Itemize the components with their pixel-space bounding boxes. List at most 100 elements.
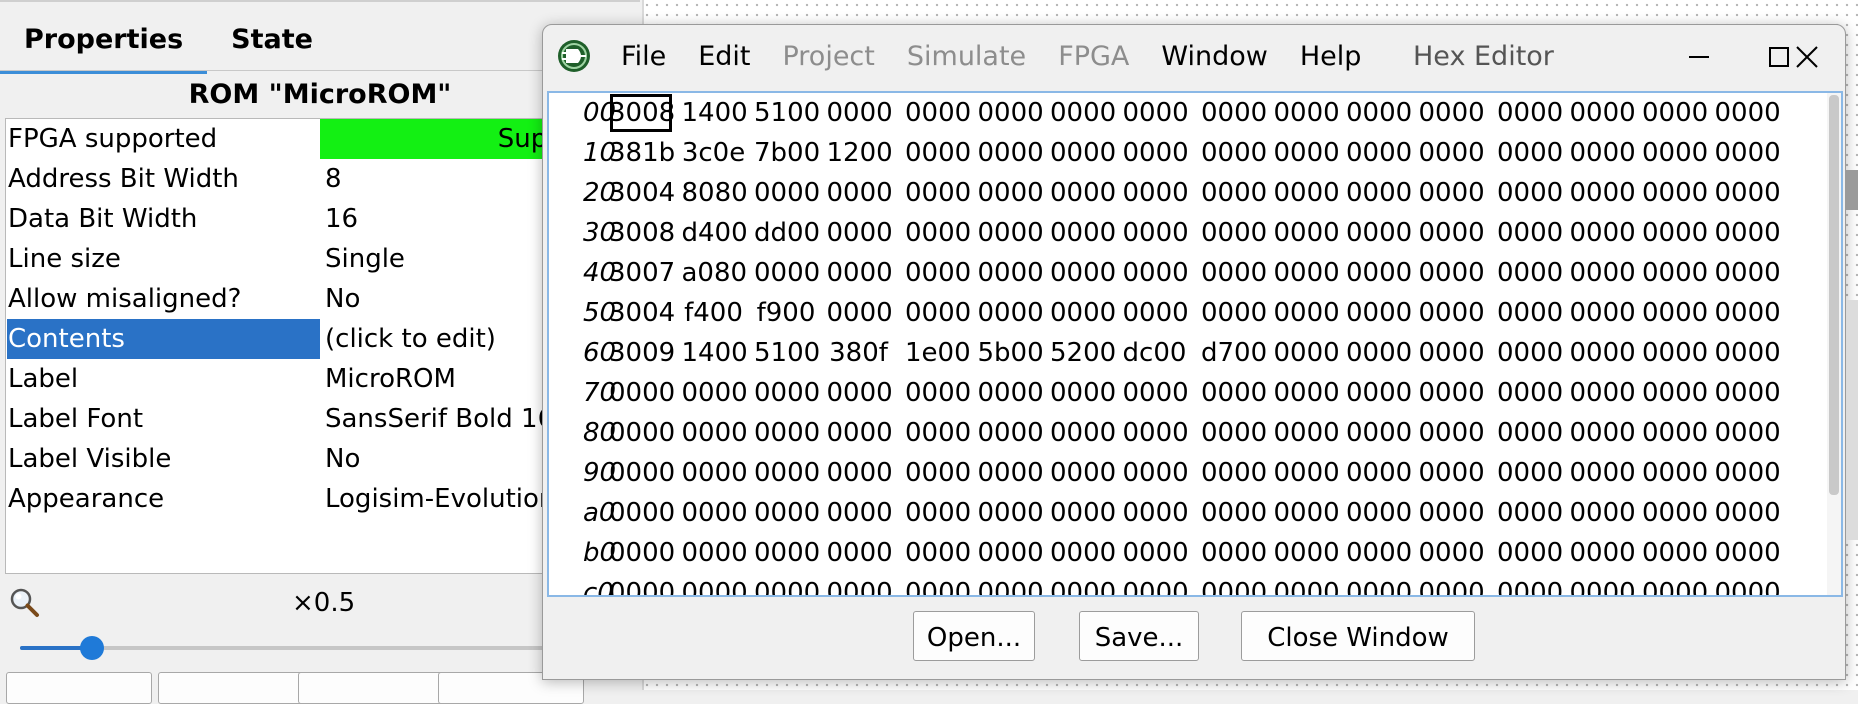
- hex-cell[interactable]: 0000: [1274, 173, 1340, 213]
- hex-cell[interactable]: 0000: [1201, 373, 1267, 413]
- hex-cell[interactable]: 0000: [1419, 93, 1485, 133]
- hex-cell[interactable]: 0000: [1274, 253, 1340, 293]
- hex-cell[interactable]: 0000: [1419, 573, 1485, 595]
- hex-cell[interactable]: 7b00: [754, 133, 820, 173]
- hex-cell[interactable]: 0000: [1346, 173, 1412, 213]
- hex-cell[interactable]: 0000: [1497, 253, 1563, 293]
- hex-editor-titlebar[interactable]: File Edit Project Simulate FPGA Window Help He…: [543, 25, 1845, 89]
- hex-cell[interactable]: 0000: [682, 453, 748, 493]
- hex-cell[interactable]: 0000: [1123, 533, 1189, 573]
- hex-cell[interactable]: 0000: [754, 373, 820, 413]
- hex-cell[interactable]: 0000: [1715, 453, 1781, 493]
- hex-cell[interactable]: 0000: [754, 453, 820, 493]
- hex-cell[interactable]: 0000: [978, 493, 1044, 533]
- hex-cell[interactable]: 0000: [1642, 133, 1708, 173]
- hex-cell[interactable]: 0000: [1715, 333, 1781, 373]
- hex-cell[interactable]: 0000: [1346, 453, 1412, 493]
- hex-cell[interactable]: 0000: [905, 93, 971, 133]
- hex-cell[interactable]: 0000: [1497, 573, 1563, 595]
- hex-cell[interactable]: 0000: [1642, 93, 1708, 133]
- hex-cell[interactable]: 0000: [754, 253, 820, 293]
- hex-cell[interactable]: 0000: [978, 573, 1044, 595]
- hex-cell[interactable]: 0000: [1123, 493, 1189, 533]
- hex-cell[interactable]: 0000: [1274, 133, 1340, 173]
- hex-cell[interactable]: 0000: [1642, 453, 1708, 493]
- hex-cell[interactable]: 0000: [1201, 293, 1267, 333]
- hex-cell[interactable]: 0000: [1570, 453, 1636, 493]
- hex-grid[interactable]: c0 0000 0000 0000 0000 0000 0000 0000 0000 0000 00…: [547, 91, 1843, 597]
- hex-cell[interactable]: 0000: [609, 413, 675, 453]
- hex-cell[interactable]: 0000: [1715, 93, 1781, 133]
- hex-cell[interactable]: 0000: [1715, 373, 1781, 413]
- hex-cell[interactable]: 0000: [682, 573, 748, 595]
- hex-cell[interactable]: f900: [754, 293, 818, 333]
- hex-cell[interactable]: 381b: [609, 133, 675, 173]
- hex-cell[interactable]: 0000: [1497, 493, 1563, 533]
- hex-cell[interactable]: 0000: [1050, 293, 1116, 333]
- hex-cell[interactable]: 8080: [682, 173, 748, 213]
- hex-cell[interactable]: 0000: [1715, 133, 1781, 173]
- hex-cell[interactable]: 0000: [1346, 413, 1412, 453]
- menu-help[interactable]: Help: [1300, 25, 1362, 89]
- hex-cell[interactable]: 0000: [827, 173, 893, 213]
- hex-cell[interactable]: 0000: [1497, 413, 1563, 453]
- hex-cell[interactable]: 3007: [609, 253, 675, 293]
- minimize-button[interactable]: [1669, 35, 1729, 79]
- hex-cell[interactable]: 0000: [1274, 333, 1340, 373]
- hex-cell[interactable]: 0000: [1346, 213, 1412, 253]
- hex-cell[interactable]: 0000: [1419, 253, 1485, 293]
- hex-cell[interactable]: 0000: [827, 93, 893, 133]
- hex-cell[interactable]: dd00: [754, 213, 820, 253]
- hex-cell[interactable]: 0000: [1497, 93, 1563, 133]
- hex-cell[interactable]: 0000: [1346, 373, 1412, 413]
- hex-cell[interactable]: 0000: [1274, 213, 1340, 253]
- hex-cell[interactable]: 0000: [1715, 213, 1781, 253]
- hex-cell-cursor[interactable]: 3008: [609, 93, 675, 133]
- hex-cell[interactable]: 0000: [1419, 373, 1485, 413]
- hex-cell[interactable]: 0000: [978, 373, 1044, 413]
- hex-cell[interactable]: 0000: [1715, 253, 1781, 293]
- hex-cell[interactable]: d400: [682, 213, 748, 253]
- hex-cell[interactable]: 0000: [1642, 573, 1708, 595]
- hex-cell[interactable]: 0000: [754, 493, 820, 533]
- hex-cell[interactable]: 0000: [1419, 533, 1485, 573]
- hex-cell[interactable]: 3009: [609, 333, 675, 373]
- hex-cell[interactable]: 0000: [1123, 173, 1189, 213]
- hex-cell[interactable]: 0000: [1050, 493, 1116, 533]
- hex-cell[interactable]: 0000: [978, 213, 1044, 253]
- hex-cell[interactable]: 1400: [682, 333, 748, 373]
- hex-cell[interactable]: 0000: [1274, 293, 1340, 333]
- close-window-button[interactable]: Close Window: [1241, 611, 1475, 661]
- hex-cell[interactable]: 0000: [1570, 253, 1636, 293]
- hex-cell[interactable]: 0000: [827, 373, 893, 413]
- hex-cell[interactable]: 0000: [827, 533, 893, 573]
- hex-cell[interactable]: 0000: [1497, 373, 1563, 413]
- hex-cell[interactable]: 0000: [905, 573, 971, 595]
- hex-cell[interactable]: 0000: [1642, 493, 1708, 533]
- hex-cell[interactable]: 0000: [978, 413, 1044, 453]
- hex-cell[interactable]: 5100: [754, 93, 820, 133]
- hex-cell[interactable]: 0000: [1274, 533, 1340, 573]
- hex-cell[interactable]: 0000: [1123, 93, 1189, 133]
- hex-cell[interactable]: 0000: [1570, 493, 1636, 533]
- hex-cell[interactable]: 0000: [1715, 173, 1781, 213]
- hex-cell[interactable]: 0000: [609, 453, 675, 493]
- hex-cell[interactable]: a080: [682, 253, 748, 293]
- hex-cell[interactable]: 3004: [609, 173, 675, 213]
- hex-cell[interactable]: 0000: [827, 413, 893, 453]
- hex-cell[interactable]: 0000: [1497, 533, 1563, 573]
- hex-cell[interactable]: 0000: [609, 533, 675, 573]
- hex-cell[interactable]: 0000: [1715, 413, 1781, 453]
- hex-cell[interactable]: 0000: [827, 573, 893, 595]
- hex-cell[interactable]: 5b00: [978, 333, 1044, 373]
- bottom-tool-button-2[interactable]: [158, 672, 304, 704]
- hex-cell[interactable]: 0000: [827, 253, 893, 293]
- hex-cell[interactable]: 0000: [978, 253, 1044, 293]
- hex-cell[interactable]: 0000: [905, 253, 971, 293]
- hex-cell[interactable]: 0000: [1123, 253, 1189, 293]
- hex-cell[interactable]: 0000: [827, 293, 893, 333]
- hex-cell[interactable]: 0000: [1570, 133, 1636, 173]
- hex-cell[interactable]: 0000: [1419, 293, 1485, 333]
- hex-cell[interactable]: 3004: [609, 293, 675, 333]
- hex-cell[interactable]: 0000: [1642, 293, 1708, 333]
